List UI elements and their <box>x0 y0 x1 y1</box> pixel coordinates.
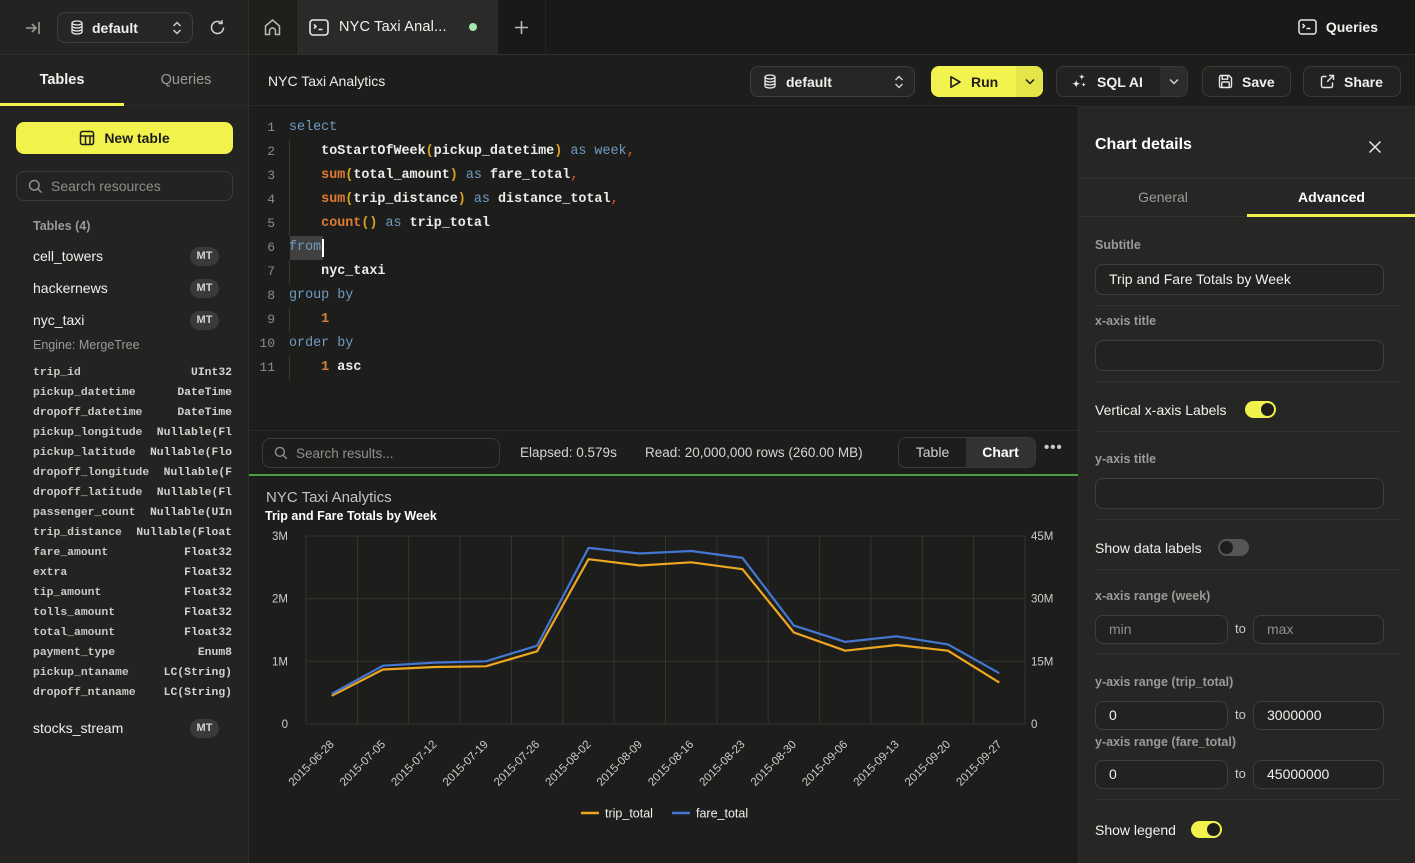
svg-text:2015-07-12: 2015-07-12 <box>389 739 439 789</box>
svg-text:2015-07-26: 2015-07-26 <box>492 739 542 789</box>
svg-text:2015-09-20: 2015-09-20 <box>903 739 953 789</box>
svg-text:0: 0 <box>1031 719 1037 731</box>
svg-text:30M: 30M <box>1031 594 1053 606</box>
svg-text:2015-08-30: 2015-08-30 <box>749 739 799 789</box>
svg-text:0: 0 <box>282 719 288 731</box>
svg-text:3M: 3M <box>272 531 288 543</box>
svg-text:2015-08-23: 2015-08-23 <box>698 739 748 789</box>
svg-text:2015-09-27: 2015-09-27 <box>954 739 1004 789</box>
svg-text:2015-09-06: 2015-09-06 <box>800 739 850 789</box>
svg-text:2015-06-28: 2015-06-28 <box>287 739 337 789</box>
svg-text:2015-07-05: 2015-07-05 <box>338 739 388 789</box>
svg-text:2015-08-16: 2015-08-16 <box>646 739 696 789</box>
svg-text:fare_total: fare_total <box>696 807 748 821</box>
svg-text:45M: 45M <box>1031 531 1053 543</box>
svg-text:2015-08-02: 2015-08-02 <box>544 739 594 789</box>
svg-text:2M: 2M <box>272 594 288 606</box>
svg-text:trip_total: trip_total <box>605 807 653 821</box>
svg-text:15M: 15M <box>1031 656 1053 668</box>
svg-text:2015-07-19: 2015-07-19 <box>441 739 491 789</box>
svg-text:2015-08-09: 2015-08-09 <box>595 739 645 789</box>
svg-text:2015-09-13: 2015-09-13 <box>852 739 902 789</box>
svg-text:1M: 1M <box>272 656 288 668</box>
